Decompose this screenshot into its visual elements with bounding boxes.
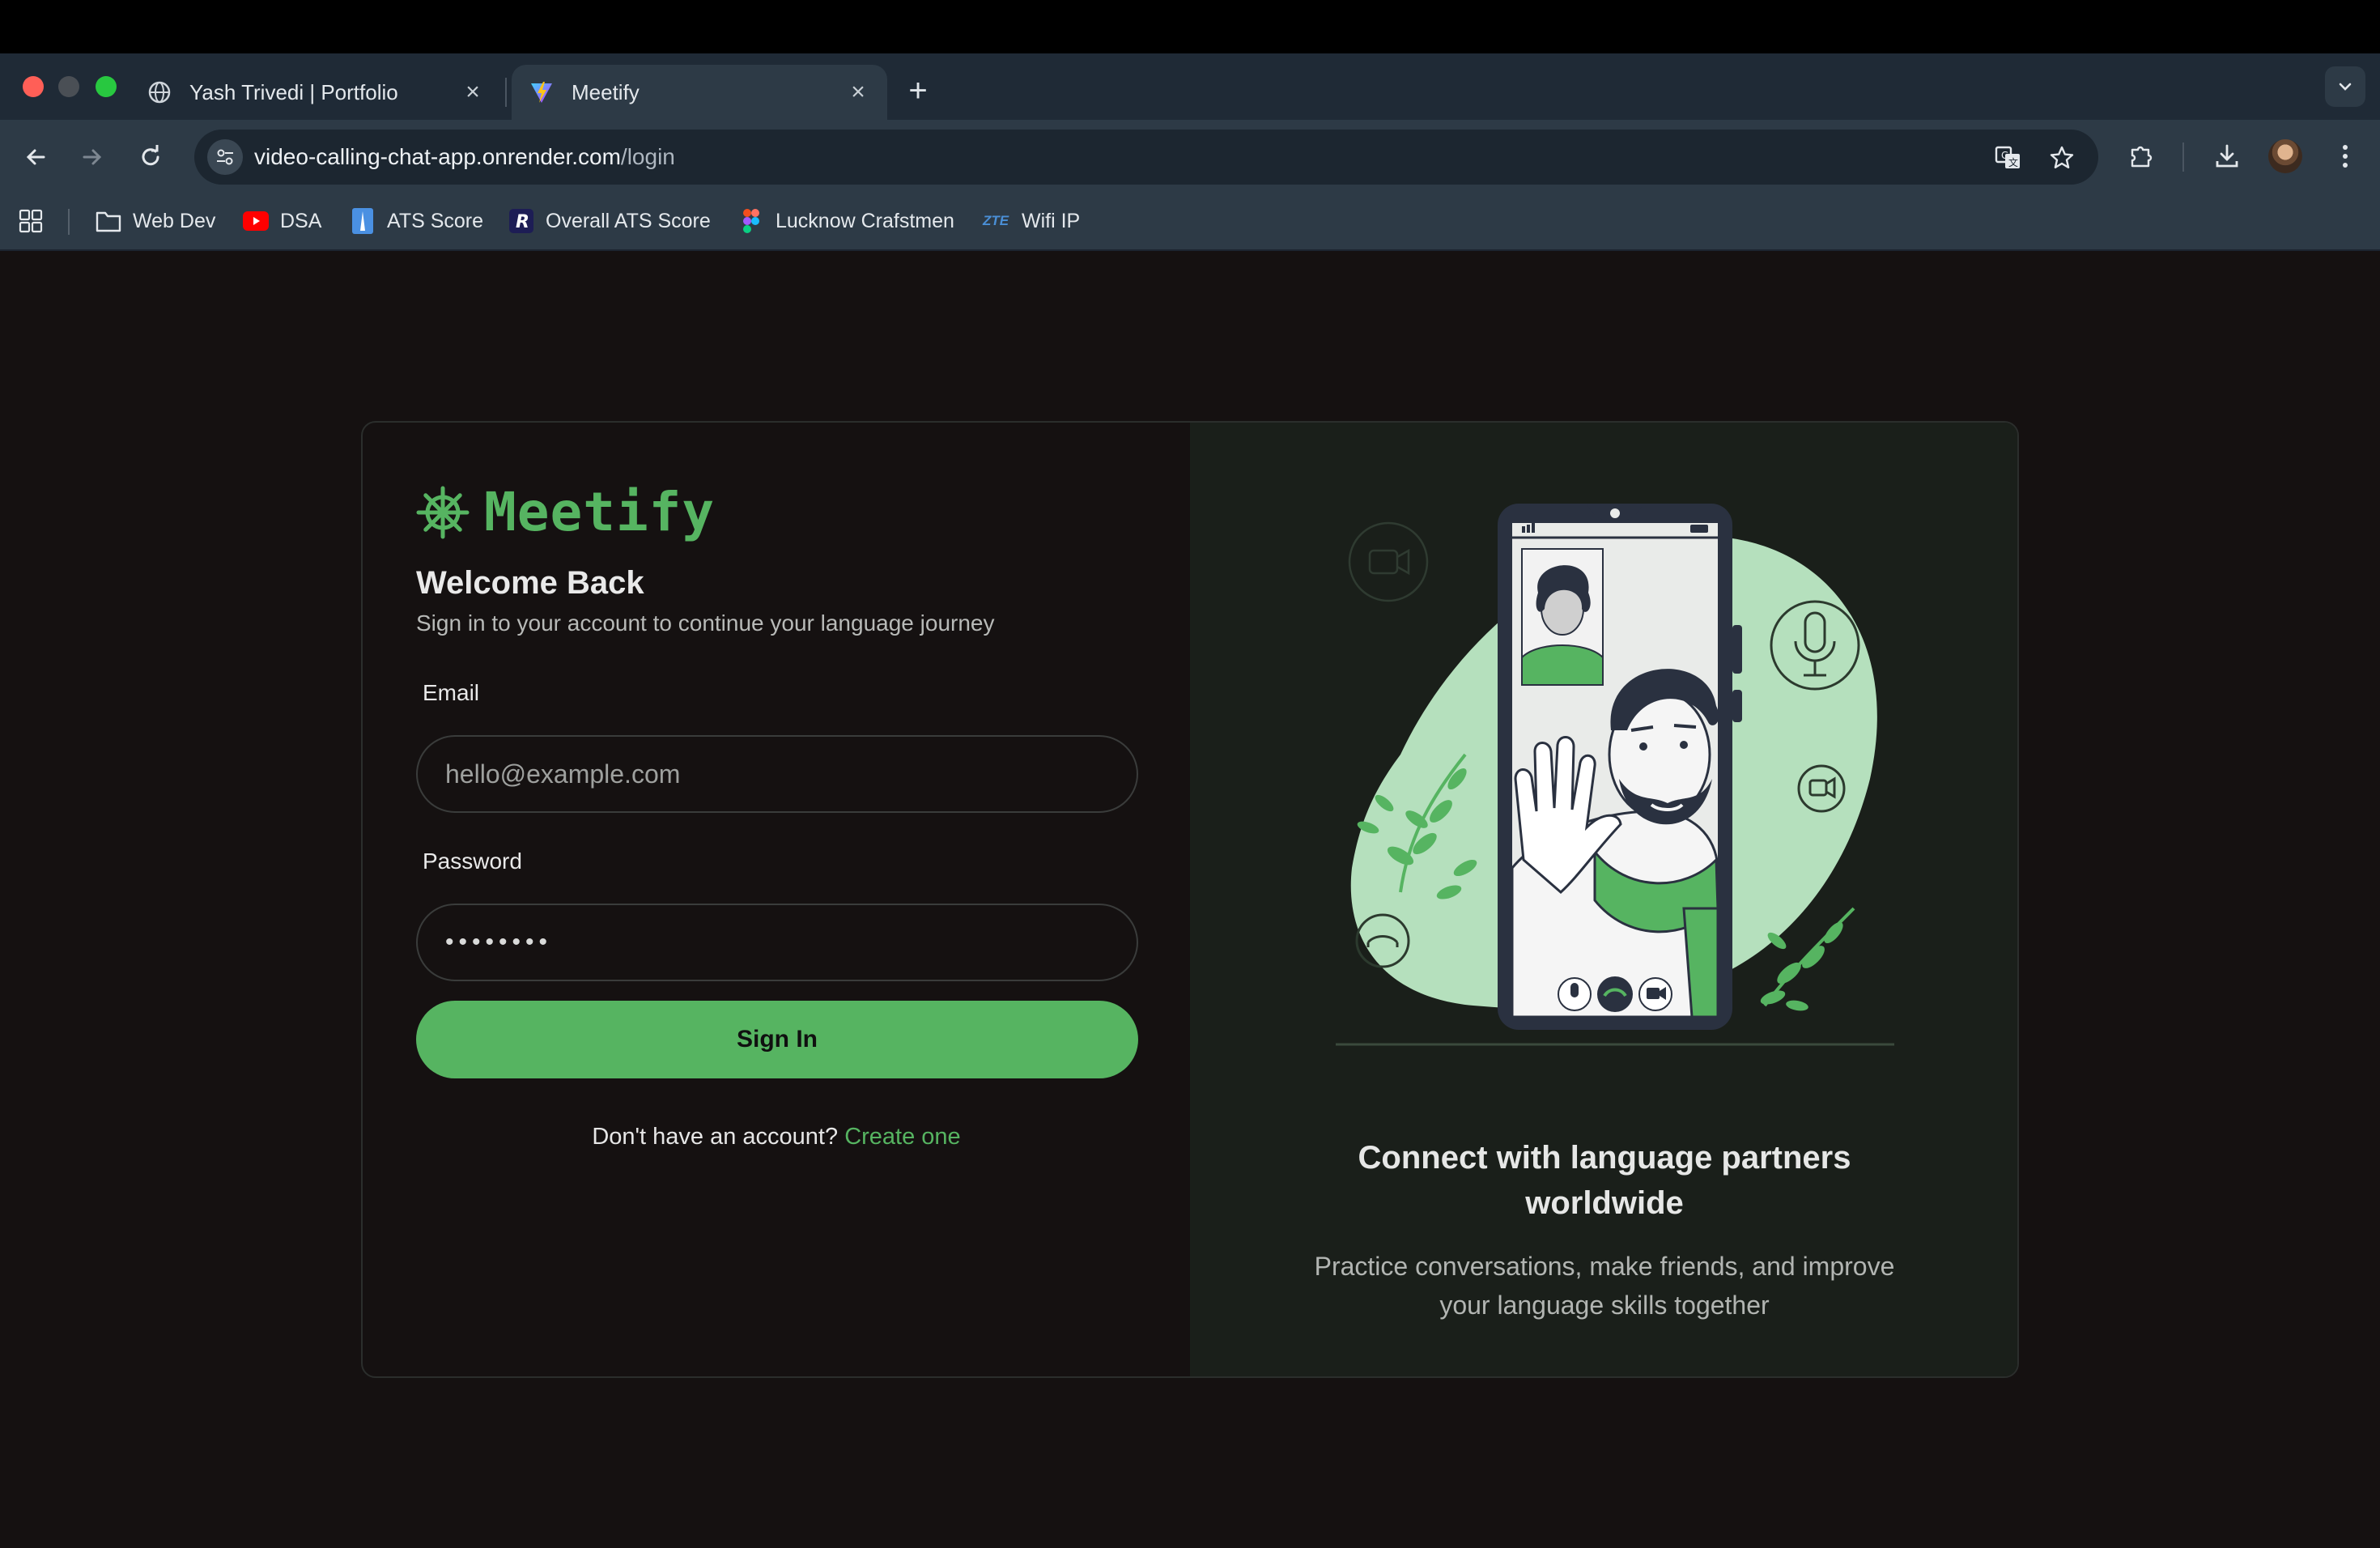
reload-button[interactable] (133, 139, 168, 175)
promo-tagline: Practice conversations, make friends, an… (1295, 1247, 1914, 1325)
tab-title: Meetify (572, 79, 640, 104)
folder-icon (96, 208, 121, 234)
new-tab-button[interactable]: + (900, 74, 936, 110)
signup-prompt: Don't have an account? Create one (363, 1124, 1190, 1150)
video-call-illustration (1336, 504, 1894, 1046)
brand-name: Meetify (484, 481, 716, 543)
bookmark-web-dev[interactable]: Web Dev (96, 201, 215, 241)
tab-separator (505, 78, 507, 107)
bookmarks-divider (68, 209, 70, 235)
zte-icon: ZTE (981, 208, 1010, 234)
ats-icon (350, 208, 376, 234)
promo-panel: Connect with language partners worldwide… (1190, 423, 2017, 1376)
promo-headline: Connect with language partners worldwide (1190, 1135, 2017, 1226)
globe-icon (147, 80, 172, 104)
tab-portfolio[interactable]: Yash Trivedi | Portfolio × (130, 65, 502, 120)
bookmark-label: Web Dev (133, 209, 216, 232)
brand-logo: Meetify (416, 481, 715, 543)
chevron-down-icon (2339, 83, 2352, 91)
close-window-button[interactable] (23, 76, 44, 97)
create-account-link[interactable]: Create one (844, 1124, 961, 1150)
apps-grid-icon (18, 208, 44, 234)
promo-tagline-line-2: your language skills together (1439, 1291, 1770, 1320)
zte-logo-text: ZTE (982, 213, 1009, 228)
downloads-icon[interactable] (2208, 138, 2246, 175)
login-form-panel: Meetify Welcome Back Sign in to your acc… (363, 423, 1190, 1376)
close-tab-icon[interactable]: × (847, 79, 869, 105)
svg-text:文: 文 (2008, 156, 2018, 168)
close-tab-icon[interactable]: × (461, 79, 484, 105)
bookmark-ats-score[interactable]: ATS Score (350, 201, 483, 241)
password-label: Password (423, 848, 522, 874)
bookmark-wifi-ip[interactable]: ZTE Wifi IP (981, 201, 1080, 241)
tab-meetify[interactable]: Meetify × (512, 65, 887, 120)
screen-top-bar (0, 0, 2380, 53)
arrow-left-icon (26, 149, 45, 165)
welcome-subtitle: Sign in to your account to continue your… (416, 610, 995, 636)
minimize-window-button[interactable] (58, 76, 79, 97)
bookmark-star-icon[interactable] (2046, 142, 2077, 173)
address-bar[interactable]: video-calling-chat-app.onrender.com/logi… (194, 130, 2098, 185)
svg-text:R: R (516, 212, 529, 232)
bookmark-lucknow-crafstmen[interactable]: Lucknow Crafstmen (738, 201, 954, 241)
vite-logo-icon (529, 80, 554, 104)
bookmark-label: Lucknow Crafstmen (776, 209, 954, 232)
promo-tagline-line-1: Practice conversations, make friends, an… (1314, 1252, 1895, 1281)
bookmark-overall-ats-score[interactable]: R Overall ATS Score (508, 201, 711, 241)
translate-icon[interactable]: G文 (1993, 142, 2024, 173)
bookmark-label: Wifi IP (1022, 209, 1081, 232)
youtube-icon (243, 208, 269, 234)
extensions-icon[interactable] (2123, 138, 2160, 175)
toolbar-divider (2182, 142, 2184, 172)
password-field[interactable]: •••••••• (416, 904, 1138, 981)
svg-text:G: G (2001, 150, 2008, 161)
promo-headline-line-1: Connect with language partners (1358, 1140, 1851, 1176)
tab-title: Yash Trivedi | Portfolio (189, 79, 398, 104)
tab-search-button[interactable] (2325, 66, 2365, 107)
reload-icon (142, 145, 159, 166)
arrow-right-icon (83, 149, 102, 165)
promo-headline-line-2: worldwide (1525, 1185, 1684, 1221)
forward-button[interactable] (74, 139, 110, 175)
url-host: video-calling-chat-app.onrender.com (254, 144, 621, 169)
apps-grid-button[interactable] (18, 201, 44, 241)
profile-avatar[interactable] (2268, 139, 2302, 173)
url-text: video-calling-chat-app.onrender.com/logi… (254, 130, 675, 185)
more-menu-icon[interactable] (2327, 138, 2364, 175)
r-logo-icon: R (508, 208, 534, 234)
site-settings-icon[interactable] (207, 139, 243, 175)
ship-wheel-icon (416, 486, 470, 538)
figma-icon (738, 208, 764, 234)
maximize-window-button[interactable] (96, 76, 117, 97)
bookmark-dsa[interactable]: DSA (243, 201, 321, 241)
email-field[interactable] (416, 735, 1138, 813)
url-path: /login (620, 144, 675, 169)
bookmark-label: Overall ATS Score (546, 209, 711, 232)
bookmark-label: DSA (280, 209, 322, 232)
login-card: Meetify Welcome Back Sign in to your acc… (361, 421, 2019, 1378)
no-account-text: Don't have an account? (592, 1124, 839, 1150)
email-label: Email (423, 680, 480, 705)
back-button[interactable] (18, 139, 53, 175)
welcome-heading: Welcome Back (416, 565, 644, 601)
sign-in-button[interactable]: Sign In (416, 1001, 1138, 1078)
bookmark-label: ATS Score (387, 209, 484, 232)
